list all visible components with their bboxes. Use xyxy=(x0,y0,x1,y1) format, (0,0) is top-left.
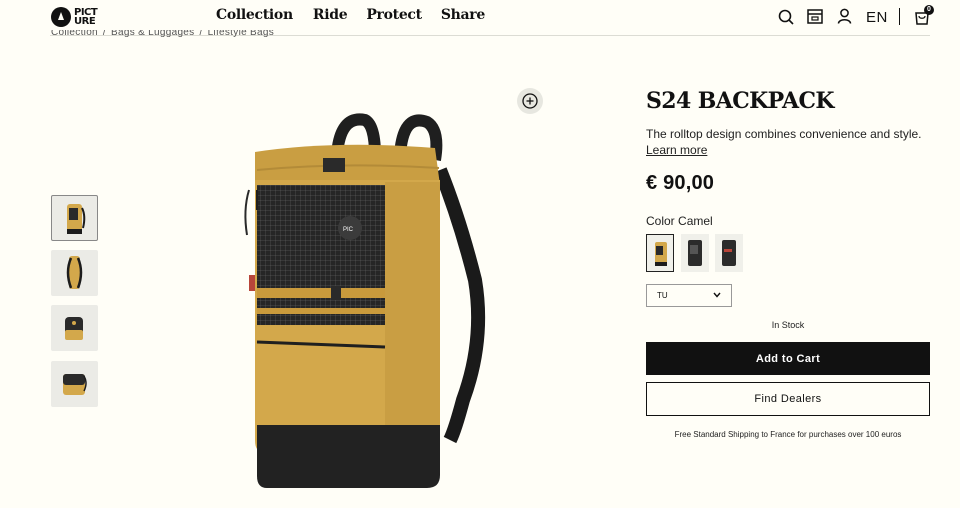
nav-item-protect[interactable]: Protect xyxy=(366,7,422,23)
shipping-note: Free Standard Shipping to France for pur… xyxy=(674,430,902,439)
cart-count-badge: 0 xyxy=(924,5,934,15)
color-swatch-black[interactable] xyxy=(681,234,709,272)
brand-logo[interactable]: PICT URE xyxy=(51,4,105,30)
product-title: S24 BACKPACK xyxy=(646,88,835,114)
thumbnail-1[interactable] xyxy=(51,195,98,241)
color-label-prefix: Color xyxy=(646,214,675,228)
breadcrumb-separator: / xyxy=(199,30,203,38)
thumbnail-4[interactable] xyxy=(51,361,98,407)
logo-mark-icon xyxy=(51,7,71,27)
language-selector[interactable]: EN xyxy=(866,9,888,26)
zoom-plus-icon xyxy=(522,93,538,109)
zoom-button[interactable] xyxy=(517,88,543,114)
stock-status: In Stock xyxy=(771,320,805,330)
color-swatch-camel[interactable] xyxy=(646,234,674,272)
search-icon[interactable] xyxy=(778,9,794,25)
nav-item-ride[interactable]: Ride xyxy=(313,7,348,23)
account-icon[interactable] xyxy=(837,8,852,24)
find-dealers-button[interactable]: Find Dealers xyxy=(646,382,930,416)
thumbnail-3[interactable] xyxy=(51,305,98,351)
thumbnail-2[interactable] xyxy=(51,250,98,296)
add-to-cart-button[interactable]: Add to Cart xyxy=(646,342,930,375)
chevron-down-icon xyxy=(713,292,721,298)
size-select[interactable]: TU xyxy=(646,284,732,307)
color-label: Color Camel xyxy=(646,214,713,228)
breadcrumb-item[interactable]: Bags & Luggages xyxy=(111,30,194,38)
learn-more-link[interactable]: Learn more xyxy=(646,143,707,157)
header-divider xyxy=(899,8,900,25)
product-price: € 90,00 xyxy=(646,172,715,194)
breadcrumb-item[interactable]: Lifestyle Bags xyxy=(208,30,274,38)
description-text: The rolltop design combines convenience … xyxy=(646,127,922,141)
breadcrumb-separator: / xyxy=(102,30,107,38)
selected-color-name: Camel xyxy=(678,214,713,228)
breadcrumb-item[interactable]: Collection xyxy=(51,30,98,38)
store-icon[interactable] xyxy=(807,9,823,24)
nav-item-share[interactable]: Share xyxy=(441,7,485,23)
product-main-image: PIC xyxy=(244,113,486,488)
main-nav: Collection Ride Protect Share xyxy=(216,7,505,23)
product-description: The rolltop design combines convenience … xyxy=(646,126,936,158)
svg-text:PIC: PIC xyxy=(343,227,354,233)
breadcrumb: Collection / Bags & Luggages / Lifestyle Bag… xyxy=(51,30,274,38)
size-select-value: TU xyxy=(657,291,668,300)
color-swatch-dark-red[interactable] xyxy=(715,234,743,272)
logo-text: PICT URE xyxy=(74,7,98,27)
nav-item-collection[interactable]: Collection xyxy=(216,7,293,23)
